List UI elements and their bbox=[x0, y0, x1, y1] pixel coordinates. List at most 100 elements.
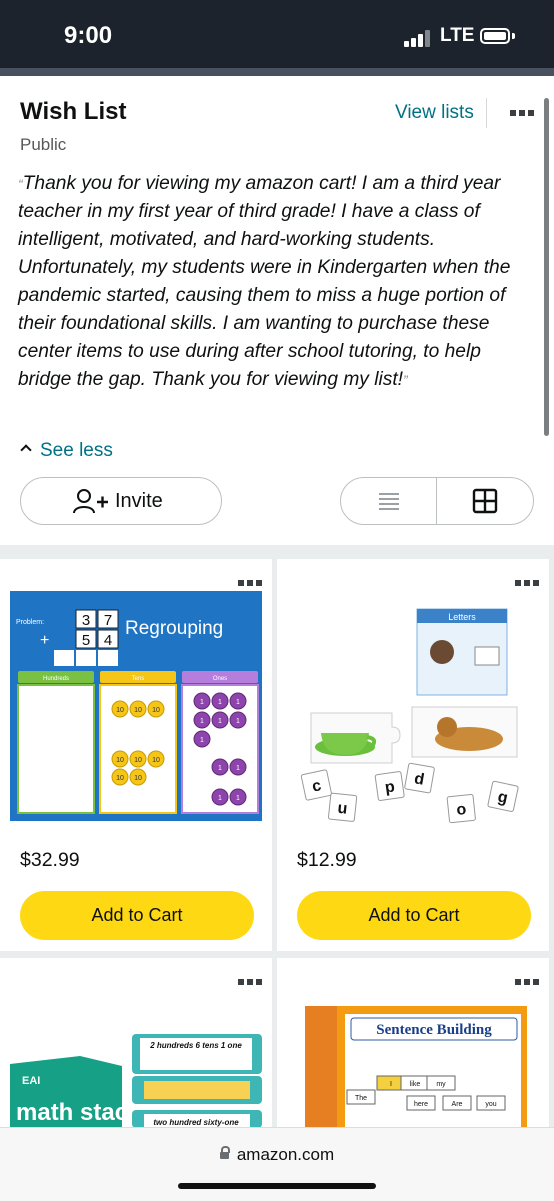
item-price: $12.99 bbox=[297, 849, 357, 871]
svg-text:EAI: EAI bbox=[22, 1075, 40, 1087]
svg-text:10: 10 bbox=[152, 707, 160, 714]
list-view-button[interactable] bbox=[341, 478, 436, 524]
item-price: $32.99 bbox=[20, 849, 80, 871]
word-tile: my bbox=[426, 1075, 456, 1091]
svg-text:1: 1 bbox=[218, 718, 222, 725]
svg-text:Ones: Ones bbox=[213, 676, 227, 682]
close-quote: ” bbox=[403, 372, 408, 388]
invite-button[interactable]: Invite bbox=[20, 477, 222, 525]
product-card[interactable]: EAI math stacks 2 hundreds 6 tens 1 one … bbox=[0, 958, 272, 1128]
url-bar[interactable]: amazon.com bbox=[0, 1145, 554, 1165]
product-image[interactable]: EAI math stacks 2 hundreds 6 tens 1 one … bbox=[10, 986, 262, 1128]
grid-view-button[interactable] bbox=[437, 478, 533, 524]
product-image[interactable]: Sentence Building The I like my here Are you bbox=[287, 986, 539, 1128]
svg-text:4: 4 bbox=[104, 632, 112, 649]
letter-tile: c bbox=[300, 769, 332, 801]
image-heading: Regrouping bbox=[125, 618, 223, 639]
svg-text:2 hundreds 6 tens 1 one: 2 hundreds 6 tens 1 one bbox=[149, 1041, 242, 1050]
svg-text:+: + bbox=[40, 632, 49, 649]
word-tile: The bbox=[346, 1089, 376, 1105]
network-label: LTE bbox=[440, 25, 475, 46]
letter-tile: o bbox=[446, 793, 476, 824]
svg-text:The: The bbox=[355, 1095, 367, 1102]
svg-text:o: o bbox=[456, 801, 468, 819]
product-card[interactable]: Letters cu pd o g $12.99 Add to Cart bbox=[277, 559, 549, 951]
svg-text:10: 10 bbox=[134, 757, 142, 764]
product-image[interactable]: Problem: 3 7 5 4 + Regrouping Hundreds T… bbox=[10, 587, 262, 837]
more-options-icon[interactable] bbox=[510, 110, 534, 116]
lock-icon bbox=[219, 1146, 230, 1159]
svg-text:1: 1 bbox=[236, 699, 240, 706]
svg-text:10: 10 bbox=[134, 775, 142, 782]
svg-text:10: 10 bbox=[152, 757, 160, 764]
svg-text:1: 1 bbox=[200, 718, 204, 725]
letter-tile: u bbox=[327, 792, 358, 822]
nav-strip bbox=[0, 68, 554, 76]
battery-icon bbox=[480, 28, 510, 44]
svg-text:1: 1 bbox=[200, 737, 204, 744]
svg-text:1: 1 bbox=[218, 699, 222, 706]
see-less-link[interactable]: See less bbox=[20, 440, 113, 462]
svg-text:Tens: Tens bbox=[132, 676, 145, 682]
svg-text:1: 1 bbox=[218, 795, 222, 802]
svg-text:like: like bbox=[410, 1081, 421, 1088]
item-more-icon[interactable] bbox=[238, 979, 262, 985]
letter-tile: p bbox=[374, 771, 405, 801]
scrollbar[interactable] bbox=[544, 98, 549, 436]
svg-text:Hundreds: Hundreds bbox=[43, 676, 69, 682]
battery-tip bbox=[512, 33, 515, 39]
svg-text:10: 10 bbox=[116, 707, 124, 714]
svg-text:you: you bbox=[485, 1101, 496, 1108]
signal-icon bbox=[404, 29, 434, 47]
view-toggle bbox=[340, 477, 534, 525]
svg-text:1: 1 bbox=[200, 699, 204, 706]
svg-text:Letters: Letters bbox=[448, 612, 476, 622]
svg-text:10: 10 bbox=[134, 707, 142, 714]
list-view-icon bbox=[379, 493, 399, 510]
header-divider bbox=[486, 98, 487, 128]
svg-text:3: 3 bbox=[82, 612, 90, 629]
item-more-icon[interactable] bbox=[515, 580, 539, 586]
grid-view-icon bbox=[472, 488, 498, 514]
browser-bar: amazon.com bbox=[0, 1127, 554, 1201]
view-lists-link[interactable]: View lists bbox=[395, 102, 474, 124]
item-more-icon[interactable] bbox=[238, 580, 262, 586]
product-card[interactable]: Sentence Building The Ilike my here Are you bbox=[277, 958, 549, 1128]
add-to-cart-button[interactable]: Add to Cart bbox=[297, 891, 531, 940]
see-less-label: See less bbox=[40, 440, 113, 461]
word-tile: you bbox=[476, 1095, 506, 1111]
list-description: “Thank you for viewing my amazon cart! I… bbox=[18, 170, 538, 394]
page-title: Wish List bbox=[20, 98, 127, 125]
description-text: Thank you for viewing my amazon cart! I … bbox=[18, 173, 511, 390]
image-problem-label: Problem: bbox=[16, 619, 44, 626]
add-to-cart-button[interactable]: Add to Cart bbox=[20, 891, 254, 940]
word-tile: here bbox=[406, 1095, 436, 1111]
svg-text:1: 1 bbox=[236, 718, 240, 725]
svg-text:here: here bbox=[414, 1101, 428, 1108]
url-text: amazon.com bbox=[236, 1145, 335, 1164]
word-tile: Are bbox=[442, 1095, 472, 1111]
svg-text:1: 1 bbox=[236, 795, 240, 802]
product-image[interactable]: Letters cu p d o g bbox=[287, 587, 539, 837]
product-card[interactable]: Problem: 3 7 5 4 + Regrouping Hundreds T… bbox=[0, 559, 272, 951]
status-time: 9:00 bbox=[64, 22, 113, 49]
svg-text:1: 1 bbox=[218, 765, 222, 772]
svg-text:5: 5 bbox=[82, 632, 90, 649]
svg-text:7: 7 bbox=[104, 612, 112, 629]
svg-text:Are: Are bbox=[452, 1101, 463, 1108]
add-person-icon bbox=[73, 489, 108, 514]
svg-text:10: 10 bbox=[116, 757, 124, 764]
svg-text:two hundred sixty-one: two hundred sixty-one bbox=[153, 1118, 239, 1127]
home-indicator[interactable] bbox=[178, 1183, 376, 1189]
image-title: Sentence Building bbox=[376, 1022, 492, 1038]
chevron-up-icon bbox=[20, 444, 32, 456]
item-more-icon[interactable] bbox=[515, 979, 539, 985]
svg-text:u: u bbox=[337, 800, 349, 818]
svg-text:1: 1 bbox=[236, 765, 240, 772]
status-bar: 9:00 LTE bbox=[0, 0, 554, 68]
svg-text:I: I bbox=[390, 1081, 392, 1088]
letter-tile: d bbox=[404, 762, 435, 794]
word-tile: like bbox=[400, 1075, 430, 1091]
letter-tile: g bbox=[487, 780, 519, 812]
svg-text:10: 10 bbox=[116, 775, 124, 782]
